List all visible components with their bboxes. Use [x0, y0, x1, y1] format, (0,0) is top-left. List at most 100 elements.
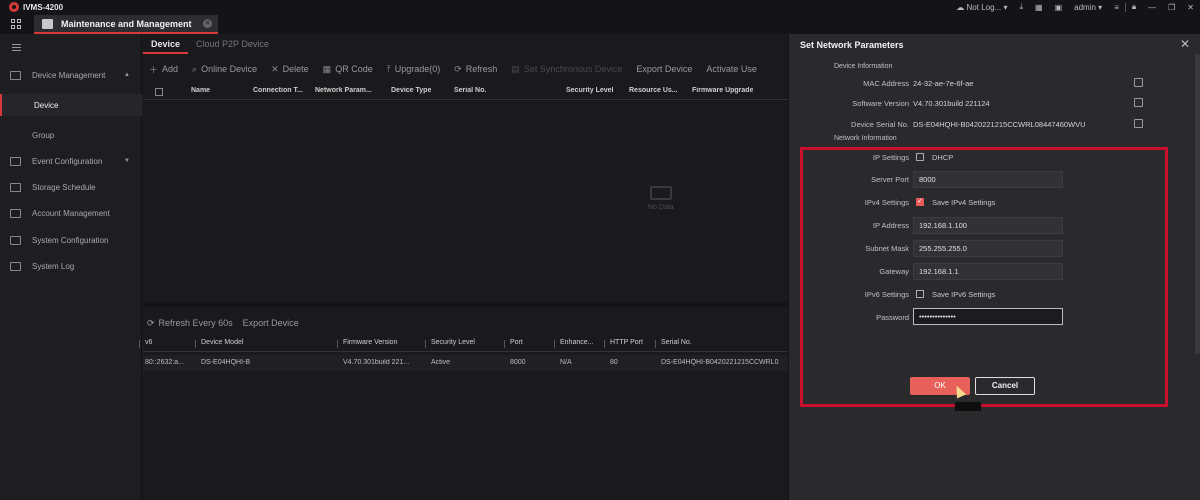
cancel-button[interactable]: Cancel [975, 377, 1035, 395]
image-icon[interactable]: ▣ [1049, 0, 1069, 14]
no-data-icon [649, 186, 672, 200]
refresh-button[interactable]: ⟳ Refresh [454, 64, 497, 75]
ip-address-input[interactable] [913, 217, 1063, 234]
tab-close-icon[interactable]: ✕ [203, 19, 212, 28]
sidebar-item-system-log[interactable]: System Log [0, 255, 142, 277]
sidebar-item-label: Storage Schedule [32, 182, 96, 192]
cursor-shadow [955, 402, 981, 411]
menu-icon[interactable]: ≡ [1108, 0, 1125, 14]
column-serial-no[interactable]: Serial No. [655, 339, 692, 348]
column-firmware-upgrade[interactable]: Firmware Upgrade [692, 87, 753, 94]
tab-maintenance-and-management[interactable]: Maintenance and Management ✕ [34, 15, 218, 34]
copy-icon[interactable] [1134, 78, 1143, 87]
column-serial-no[interactable]: Serial No. [454, 87, 486, 94]
sidebar-item-account-management[interactable]: Account Management [0, 202, 142, 224]
online-device-button[interactable]: ⌕ Online Device [192, 64, 257, 75]
save-ipv6-checkbox[interactable] [916, 290, 924, 298]
column-port[interactable]: Port [504, 339, 523, 348]
copy-icon[interactable] [1134, 119, 1143, 128]
server-port-input[interactable] [913, 171, 1063, 188]
mac-address-value: 24-32-ae-7e-6f-ae [913, 79, 974, 88]
set-synchronous-device-button[interactable]: ▤ Set Synchronous Device [511, 64, 622, 75]
dhcp-checkbox[interactable] [916, 153, 924, 161]
storage-icon [10, 182, 21, 192]
sidebar-item-system-configuration[interactable]: System Configuration [0, 229, 142, 251]
sidebar-item-label: System Configuration [32, 235, 109, 245]
tab-cloud-p2p-device[interactable]: Cloud P2P Device [188, 34, 277, 54]
user-menu[interactable]: admin ▾ [1068, 0, 1108, 14]
upgrade-icon: ⤒ [386, 63, 391, 74]
column-http-port[interactable]: HTTP Port [604, 339, 643, 348]
login-status[interactable]: ☁ Not Log... ▾ [950, 0, 1013, 14]
online-device-table-header: v6 Device Model Firmware Version Securit… [138, 336, 788, 352]
export-device-button[interactable]: Export Device [636, 64, 692, 74]
sidebar: Device Management ▲ Device Group Event C… [0, 34, 142, 500]
save-ipv4-checkbox[interactable] [916, 197, 924, 206]
app-title: IVMS-4200 [23, 2, 64, 12]
close-icon: ✕ [271, 63, 279, 74]
select-all-checkbox[interactable] [155, 88, 163, 96]
column-ipv6[interactable]: v6 [138, 339, 152, 348]
column-resource-usage[interactable]: Resource Us... [629, 87, 683, 94]
gateway-input[interactable] [913, 263, 1063, 280]
software-version-label: Software Version [852, 99, 909, 108]
ip-settings-label: IP Settings [872, 153, 909, 162]
hamburger-icon[interactable] [12, 44, 21, 51]
network-information-heading: Network Information [834, 135, 897, 142]
refresh-icon: ⟳ [454, 63, 462, 74]
subnet-mask-label: Subnet Mask [865, 244, 909, 253]
lock-icon[interactable]: 🔒︎ [1126, 0, 1142, 14]
dialog-scrollbar[interactable] [1195, 54, 1200, 354]
sidebar-item-label: Account Management [32, 208, 110, 218]
account-icon [10, 208, 21, 218]
search-icon: ⌕ [192, 63, 198, 74]
apps-grid-icon[interactable] [11, 19, 21, 29]
device-serial-label: Device Serial No. [851, 120, 909, 129]
column-security-level[interactable]: Security Level [425, 339, 475, 348]
sidebar-item-group[interactable]: Group [0, 124, 142, 146]
column-device-model[interactable]: Device Model [194, 339, 243, 348]
sidebar-item-storage-schedule[interactable]: Storage Schedule [0, 176, 142, 198]
table-row[interactable]: 80::2632:a... DS-E04HQHI-B V4.70.301buil… [143, 355, 788, 371]
close-icon[interactable]: ✕ [1181, 0, 1200, 14]
delete-button[interactable]: ✕ Delete [271, 64, 309, 75]
cell-serial-no: DS-E04HQHI-B0420221215CCWRL0 [661, 359, 779, 366]
column-security-level[interactable]: Security Level [566, 87, 613, 94]
sidebar-item-device-management[interactable]: Device Management ▲ [0, 64, 142, 86]
add-button[interactable]: ＋ Add [149, 63, 178, 76]
settings-icon [10, 235, 21, 245]
close-icon[interactable]: ✕ [1180, 37, 1190, 51]
refresh-every-60s-button[interactable]: Refresh Every 60s [159, 318, 233, 328]
dialog-title: Set Network Parameters [800, 40, 904, 50]
calendar-icon[interactable]: ▦ [1029, 0, 1049, 14]
copy-icon[interactable] [1134, 98, 1143, 107]
sidebar-item-event-configuration[interactable]: Event Configuration ▼ [0, 150, 142, 172]
qr-code-button[interactable]: ▦ QR Code [323, 64, 373, 75]
restore-icon[interactable]: ❐ [1162, 0, 1181, 14]
column-name[interactable]: Name [191, 87, 210, 94]
sidebar-item-label: Device [34, 100, 59, 110]
ipv4-settings-label: IPv4 Settings [864, 198, 909, 207]
column-enhanced-sdk[interactable]: Enhance... [553, 339, 593, 348]
minimize-icon[interactable]: — [1142, 0, 1162, 14]
panel-divider[interactable] [143, 302, 788, 307]
cell-port: 8000 [510, 359, 526, 366]
password-input[interactable] [913, 308, 1063, 325]
column-firmware-version[interactable]: Firmware Version [336, 339, 397, 348]
subnet-mask-input[interactable] [913, 240, 1063, 257]
tab-device[interactable]: Device [143, 34, 189, 54]
sidebar-item-label: Device Management [32, 70, 106, 80]
sidebar-item-device[interactable]: Device [0, 94, 142, 116]
upgrade-button[interactable]: ⤒ Upgrade(0) [387, 64, 441, 75]
export-device-button[interactable]: Export Device [243, 318, 299, 328]
column-network-parameters[interactable]: Network Param... [315, 87, 385, 94]
qr-code-icon: ▦ [322, 63, 332, 74]
download-icon[interactable]: ⤓ [1013, 0, 1029, 14]
activate-user-button[interactable]: Activate Use [706, 64, 757, 74]
save-ipv6-label: Save IPv6 Settings [932, 290, 996, 299]
column-device-type[interactable]: Device Type [391, 87, 431, 94]
ipv6-settings-label: IPv6 Settings [864, 290, 909, 299]
column-connection-type[interactable]: Connection T... [253, 87, 310, 94]
tab-label: Maintenance and Management [61, 18, 192, 29]
upgrade-label: Upgrade(0) [394, 64, 441, 74]
